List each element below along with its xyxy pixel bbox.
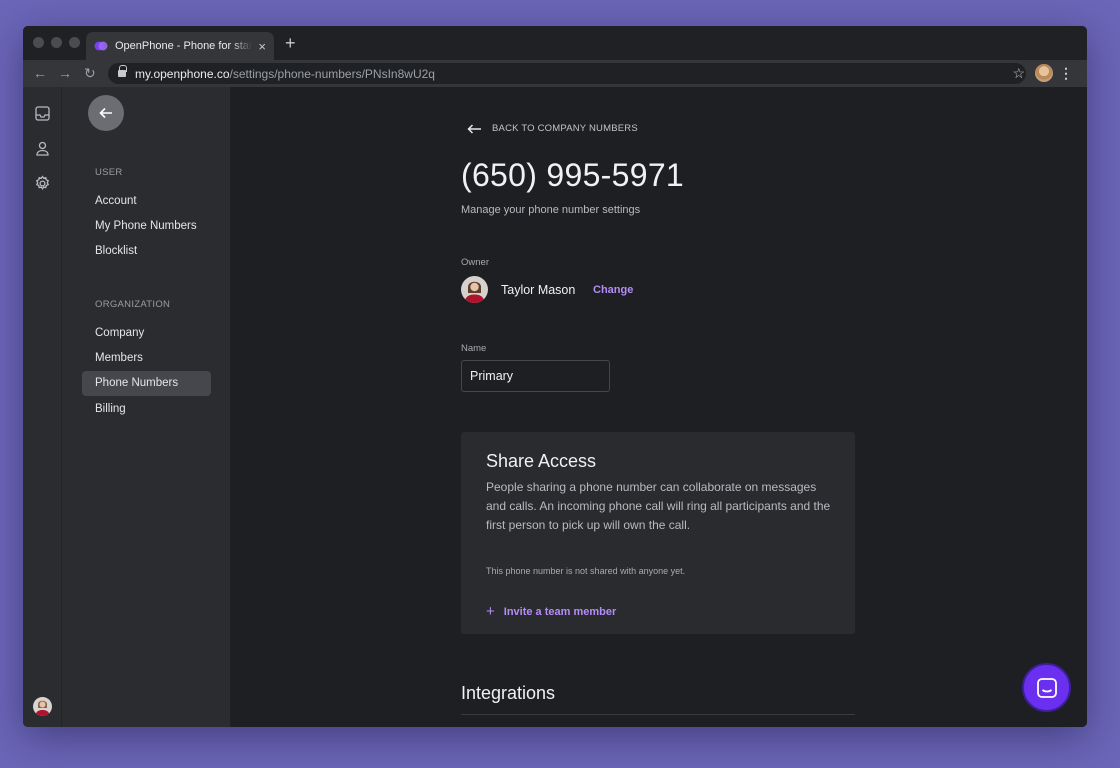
page-subtitle: Manage your phone number settings [461,204,641,216]
minimize-window-button[interactable] [51,37,62,48]
owner-avatar [461,276,488,303]
sidebar-item-billing[interactable]: Billing [82,397,211,422]
settings-sidebar: USER Account My Phone Numbers Blocklist … [62,87,230,727]
url-host: my.openphone.co [135,66,230,81]
url-path: /settings/phone-numbers/PNsIn8wU2q [229,66,435,81]
reload-icon[interactable]: ↻ [84,64,96,82]
browser-window: OpenPhone - Phone for startups × + ← → ↻… [23,26,1087,727]
plus-icon: + [486,603,495,620]
owner-name: Taylor Mason [501,283,576,297]
sidebar-item-my-phone-numbers[interactable]: My Phone Numbers [82,214,211,239]
name-input[interactable] [461,360,610,392]
share-access-description: People sharing a phone number can collab… [486,480,831,532]
invite-team-member-button[interactable]: + Invite a team member [486,603,617,620]
organization-section-header: ORGANIZATION [95,299,171,310]
support-chat-button[interactable] [1022,663,1071,712]
browser-toolbar: ← → ↻ my.openphone.co/settings/phone-num… [23,60,1087,87]
sidebar-item-account[interactable]: Account [82,189,211,214]
tab-strip: OpenPhone - Phone for startups × + [23,26,1087,60]
page-title: (650) 995-5971 [461,157,685,193]
forward-arrow-icon[interactable]: → [58,64,72,82]
browser-menu-icon[interactable]: ⋮ [1059,64,1073,82]
user-avatar[interactable] [33,697,52,716]
share-empty-state: This phone number is not shared with any… [486,566,686,576]
sidebar-item-phone-numbers[interactable]: Phone Numbers [82,371,211,396]
share-access-card: Share Access People sharing a phone numb… [461,432,855,634]
icon-rail [23,87,62,727]
close-tab-icon[interactable]: × [258,39,266,54]
name-field-label: Name [461,343,487,354]
openphone-logo-icon [94,41,108,51]
back-arrow-icon [467,123,481,134]
person-icon[interactable] [34,140,51,157]
sidebar-item-members[interactable]: Members [82,346,211,371]
invite-label: Invite a team member [503,606,617,618]
integrations-heading: Integrations [461,683,556,703]
inbox-icon[interactable] [34,105,51,122]
close-window-button[interactable] [33,37,44,48]
browser-profile-avatar[interactable] [1035,64,1053,82]
back-arrow-icon[interactable]: ← [33,64,47,82]
sidebar-item-company[interactable]: Company [82,321,211,346]
sidebar-back-button[interactable] [88,95,124,131]
app-body: USER Account My Phone Numbers Blocklist … [23,87,1087,727]
divider [461,714,855,715]
chat-icon [1036,677,1057,698]
back-to-company-numbers-link[interactable]: BACK TO COMPANY NUMBERS [467,123,638,134]
change-owner-link[interactable]: Change [593,284,633,296]
browser-tab[interactable]: OpenPhone - Phone for startups × [86,32,274,60]
main-content: BACK TO COMPANY NUMBERS (650) 995-5971 M… [230,87,1087,727]
bookmark-star-icon[interactable]: ☆ [1012,64,1025,82]
share-access-title: Share Access [486,451,597,471]
back-link-label: BACK TO COMPANY NUMBERS [492,123,638,134]
user-section-header: USER [95,167,123,178]
lock-icon [118,65,127,78]
gear-icon[interactable] [34,175,51,192]
tab-title: OpenPhone - Phone for startups [115,40,253,52]
back-arrow-icon [99,107,112,119]
address-bar[interactable]: my.openphone.co/settings/phone-numbers/P… [108,63,1026,84]
window-controls [33,37,80,48]
sidebar-item-blocklist[interactable]: Blocklist [82,239,211,264]
maximize-window-button[interactable] [69,37,80,48]
owner-label: Owner [461,257,489,268]
new-tab-button[interactable]: + [285,34,296,52]
